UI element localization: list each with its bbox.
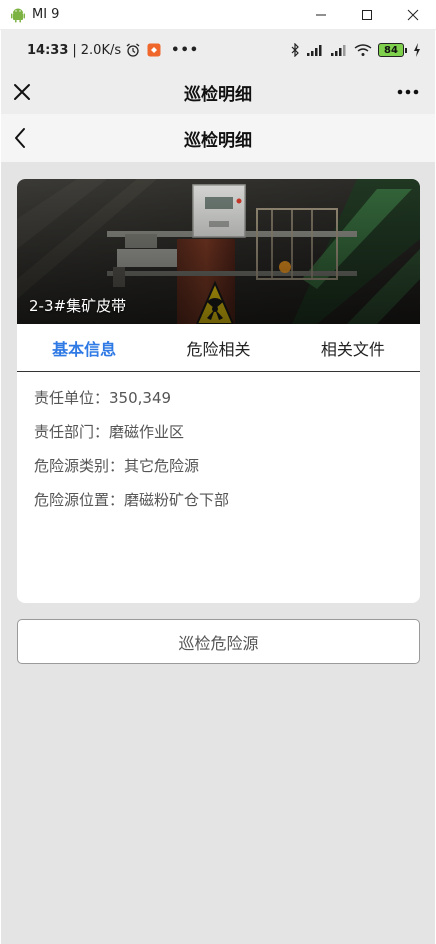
detail-card: 2-3#集矿皮带 基本信息 危险相关 相关文件 责任单位：350,349 责任部… — [17, 179, 420, 603]
tab-hazard-related[interactable]: 危险相关 — [151, 324, 285, 371]
responsible-department: 责任部门：磨磁作业区 — [34, 423, 185, 441]
page-header: 巡检明细 — [1, 114, 435, 162]
emulator-titlebar: MI 9 — [0, 0, 436, 30]
android-icon — [11, 8, 25, 22]
wechat-nav-title: 巡检明细 — [184, 84, 252, 105]
wechat-nav-bar: 巡检明细 — [1, 70, 435, 114]
tab-related-files[interactable]: 相关文件 — [286, 324, 420, 371]
status-bar: 14:33 | 2.0K/s ••• 84 — [1, 30, 435, 70]
battery-tip — [405, 47, 407, 53]
inspect-hazard-button[interactable]: 巡检危险源 — [17, 619, 420, 664]
tab-basic-info[interactable]: 基本信息 — [17, 324, 151, 371]
hazard-photo[interactable]: 2-3#集矿皮带 — [17, 179, 420, 324]
signal-icon — [331, 45, 346, 56]
alarm-icon — [126, 43, 140, 57]
page-title: 巡检明细 — [184, 130, 252, 151]
hazard-location: 危险源位置：磨磁粉矿仓下部 — [34, 491, 230, 509]
back-button[interactable] — [13, 124, 37, 152]
app-notification-icon — [147, 43, 161, 57]
tab-bar: 基本信息 危险相关 相关文件 — [17, 324, 420, 372]
status-separator: | — [72, 42, 77, 58]
wifi-icon — [354, 44, 372, 56]
network-speed: 2.0K/s — [80, 42, 122, 58]
window-title: MI 9 — [32, 7, 60, 22]
basic-info-list: 责任单位：350,349 责任部门：磨磁作业区 危险源类别：其它危险源 危险源位… — [34, 389, 404, 525]
page-body: 2-3#集矿皮带 基本信息 危险相关 相关文件 责任单位：350,349 责任部… — [1, 162, 435, 944]
more-dots-icon — [397, 89, 419, 95]
photo-caption: 2-3#集矿皮带 — [29, 297, 127, 315]
more-notifications-icon: ••• — [171, 42, 200, 58]
window-close-button[interactable] — [390, 0, 436, 30]
battery-icon: 84 — [378, 43, 404, 57]
battery-indicator: 84 — [378, 43, 407, 57]
status-left: 14:33 | 2.0K/s ••• — [27, 42, 199, 58]
maximize-icon — [362, 9, 372, 20]
status-right: 84 — [290, 43, 421, 57]
chevron-left-icon — [15, 128, 25, 148]
more-options-button[interactable] — [395, 78, 421, 106]
responsible-unit: 责任单位：350,349 — [34, 389, 172, 407]
minimize-icon — [316, 14, 326, 15]
status-time: 14:33 — [27, 42, 69, 58]
hazard-type: 危险源类别：其它危险源 — [34, 457, 200, 475]
window-controls — [298, 0, 436, 30]
maximize-button[interactable] — [344, 0, 390, 30]
minimize-button[interactable] — [298, 0, 344, 30]
charging-icon — [414, 43, 420, 57]
bluetooth-icon — [291, 43, 299, 57]
close-icon — [407, 9, 419, 20]
battery-level: 84 — [384, 44, 398, 56]
close-icon — [14, 84, 30, 100]
hd-signal-icon — [307, 45, 322, 56]
close-button[interactable] — [13, 78, 37, 106]
